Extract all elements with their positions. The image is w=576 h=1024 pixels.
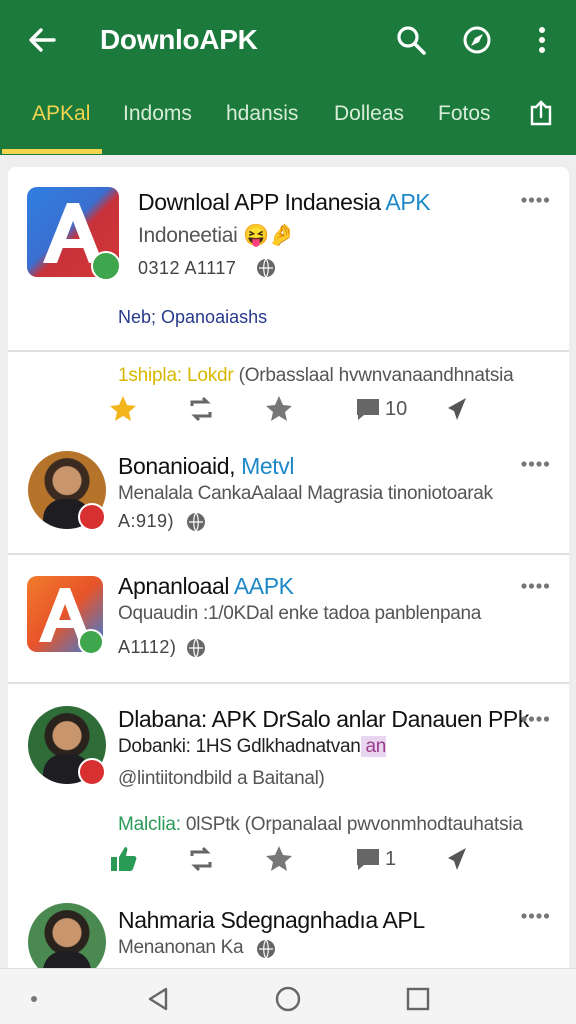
- comment-count: 10: [385, 398, 408, 420]
- back-arrow-icon[interactable]: [24, 22, 60, 58]
- app-bar: DownloAPK APKal Indoms hdansis Dolleas F…: [0, 0, 576, 155]
- avatar: [28, 903, 106, 972]
- globe-icon: [257, 939, 275, 959]
- feed-card: Downloal APP Indanesia APK Indoneetiai 😝…: [8, 167, 569, 972]
- comment-icon[interactable]: [353, 394, 383, 424]
- comment-count: 1: [385, 848, 397, 870]
- star-icon[interactable]: [264, 844, 294, 874]
- nav-home-icon[interactable]: [274, 985, 302, 1013]
- more-horiz-icon[interactable]: [520, 581, 550, 591]
- search-icon[interactable]: [393, 22, 429, 58]
- share-arrow-icon[interactable]: [442, 844, 472, 874]
- post-actions: 10: [8, 394, 569, 434]
- system-nav-bar: [0, 968, 576, 1024]
- tab-fotos[interactable]: Fotos: [438, 102, 491, 126]
- dot-icon: [31, 996, 37, 1002]
- verified-badge-icon: [78, 503, 106, 531]
- more-vert-icon[interactable]: [524, 22, 560, 58]
- tab-indoms[interactable]: Indoms: [123, 102, 192, 126]
- post-title: Dlabana: APK DrSalo anlar Danauen PPk: [118, 706, 529, 732]
- star-filled-icon[interactable]: [108, 394, 138, 424]
- feed-post[interactable]: Nahmaria Sdegnagnhadıa APL Menanonan Ka: [8, 895, 569, 972]
- post-title: Bonanioaid, Metvl: [118, 453, 295, 479]
- compass-icon[interactable]: [459, 22, 495, 58]
- post-title: Downloal APP Indanesia APK: [138, 189, 431, 215]
- verified-badge-icon: [78, 629, 104, 655]
- share-icon[interactable]: [526, 98, 556, 128]
- more-horiz-icon[interactable]: [520, 459, 550, 469]
- verified-badge-icon: [91, 251, 121, 281]
- activity-line: 1shipla: Lokdr (Orbasslaal hvwnvanaandhn…: [118, 365, 514, 386]
- globe-icon: [187, 638, 205, 658]
- like-icon[interactable]: [108, 844, 138, 874]
- post-handle[interactable]: @lintiitondbild a Baitanal): [118, 768, 325, 790]
- repost-icon[interactable]: [186, 844, 216, 874]
- post-meta: 0312 A1117: [138, 258, 237, 278]
- activity-line: Malclia: 0lSPtk (Orpanalaal pwvonmhodtau…: [118, 814, 523, 835]
- more-horiz-icon[interactable]: [520, 911, 550, 921]
- feed-post[interactable]: Dlabana: APK DrSalo anlar Danauen PPk Do…: [8, 692, 569, 892]
- post-title: Apnanloaal AAPK: [118, 573, 294, 599]
- post-subtitle: Indoneetiai 😝🤌: [138, 224, 295, 247]
- verified-badge-icon: [78, 758, 106, 786]
- nav-recents-icon[interactable]: [404, 985, 432, 1013]
- globe-icon: [257, 258, 275, 278]
- toolbar: DownloAPK: [0, 0, 576, 82]
- app-title: DownloAPK: [100, 24, 258, 55]
- globe-icon: [187, 512, 205, 532]
- post-title: Nahmaria Sdegnagnhadıa APL: [118, 907, 425, 933]
- feed-post[interactable]: Downloal APP Indanesia APK Indoneetiai 😝…: [8, 167, 569, 427]
- post-actions: 1: [8, 844, 569, 884]
- active-tab-indicator: [2, 149, 102, 154]
- post-meta: A1112): [118, 637, 177, 657]
- repost-icon[interactable]: [186, 394, 216, 424]
- feed-post[interactable]: Bonanioaid, Metvl Menalala CankaAalaal M…: [8, 437, 569, 555]
- tab-bar: APKal Indoms hdansis Dolleas Fotos: [0, 88, 576, 155]
- divider: [8, 350, 569, 352]
- divider: [8, 553, 569, 555]
- more-horiz-icon[interactable]: [520, 195, 550, 205]
- post-meta: Menanonan Ka: [118, 937, 244, 958]
- post-link[interactable]: Neb; Opanoaiashs: [118, 307, 267, 328]
- post-text: Oquaudin :1/0KDal enke tadoa panblenpana: [118, 603, 482, 624]
- nav-back-icon[interactable]: [144, 985, 172, 1013]
- post-meta: A:919): [118, 511, 175, 531]
- star-icon[interactable]: [264, 394, 294, 424]
- feed-post[interactable]: Apnanloaal AAPK Oquaudin :1/0KDal enke t…: [8, 559, 569, 679]
- tab-dolleas[interactable]: Dolleas: [334, 102, 404, 126]
- tab-hdansis[interactable]: hdansis: [226, 102, 298, 126]
- share-arrow-icon[interactable]: [442, 394, 472, 424]
- divider: [8, 682, 569, 684]
- tab-apkal[interactable]: APKal: [32, 102, 90, 126]
- more-horiz-icon[interactable]: [520, 714, 550, 724]
- post-text: Menalala CankaAalaal Magrasia tinoniotoa…: [118, 483, 493, 504]
- comment-icon[interactable]: [353, 844, 383, 874]
- post-text: Dobanki: 1HS Gdlkhadnatvan an: [118, 736, 387, 757]
